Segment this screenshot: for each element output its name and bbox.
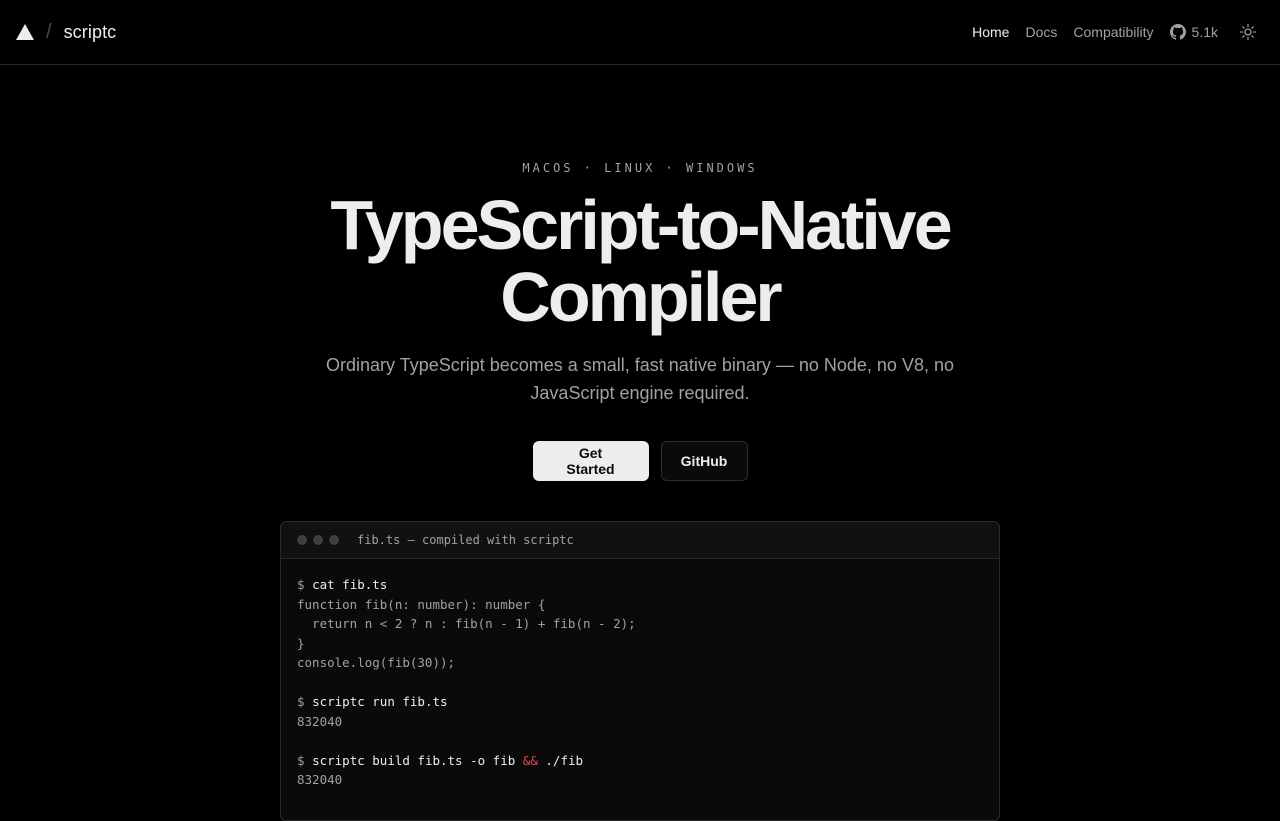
command: cat fib.ts bbox=[312, 577, 388, 592]
terminal-titlebar: fib.ts — compiled with scriptc bbox=[281, 522, 999, 559]
window-dot-icon bbox=[313, 535, 323, 545]
terminal-body: $ cat fib.ts function fib(n: number): num… bbox=[281, 559, 999, 806]
code-line: } bbox=[297, 635, 305, 651]
output-line: 832040 bbox=[297, 713, 343, 729]
window-dot-icon bbox=[329, 535, 339, 545]
page-title: TypeScript-to-Native Compiler bbox=[0, 189, 1280, 333]
hero-section: MACOS · LINUX · WINDOWS TypeScript-to-Na… bbox=[0, 65, 1280, 481]
nav-link-docs[interactable]: Docs bbox=[1025, 24, 1057, 40]
platforms-label: MACOS · LINUX · WINDOWS bbox=[522, 161, 758, 175]
github-star-count: 5.1k bbox=[1191, 24, 1218, 40]
window-dot-icon bbox=[297, 535, 307, 545]
nav-link-compatibility[interactable]: Compatibility bbox=[1073, 24, 1153, 40]
command: scriptc run fib.ts bbox=[312, 694, 448, 709]
output-line: 832040 bbox=[297, 772, 343, 787]
code-line: return n < 2 ? n : fib(n - 1) + fib(n - … bbox=[297, 616, 636, 631]
terminal-line: $ scriptc build fib.ts -o fib && ./fib bbox=[297, 751, 983, 771]
prompt: $ bbox=[297, 694, 305, 709]
sun-icon[interactable] bbox=[1240, 24, 1256, 40]
get-started-button[interactable]: Get Started bbox=[532, 441, 649, 481]
terminal-line: $ cat fib.ts bbox=[297, 575, 983, 595]
prompt: $ bbox=[297, 577, 305, 592]
brand[interactable]: / scriptc bbox=[16, 21, 116, 44]
command: scriptc build fib.ts -o fib bbox=[312, 752, 516, 768]
github-icon bbox=[1169, 24, 1186, 40]
code-line: console.log(fib(30)); bbox=[297, 655, 456, 670]
code-line: function fib(n: number): number { bbox=[297, 596, 546, 612]
title-line-2: Compiler bbox=[500, 258, 782, 336]
brand-name[interactable]: scriptc bbox=[64, 22, 117, 43]
nav-link-home[interactable]: Home bbox=[972, 24, 1009, 40]
top-nav: / scriptc Home Docs Compatibility 5.1k bbox=[0, 0, 1280, 65]
github-button[interactable]: GitHub bbox=[660, 441, 748, 481]
title-line-1: TypeScript-to-Native bbox=[330, 186, 952, 264]
hero-actions: Get Started GitHub bbox=[0, 441, 1280, 481]
triangle-logo-icon[interactable] bbox=[16, 24, 34, 40]
nav-links: Home Docs Compatibility 5.1k bbox=[972, 24, 1264, 40]
brand-separator: / bbox=[46, 20, 52, 43]
terminal-window: fib.ts — compiled with scriptc $ cat fib… bbox=[280, 521, 1000, 821]
terminal-title: fib.ts — compiled with scriptc bbox=[357, 533, 574, 547]
github-stars-link[interactable]: 5.1k bbox=[1169, 24, 1218, 40]
prompt: $ bbox=[297, 752, 305, 768]
command: ./fib bbox=[545, 752, 584, 768]
terminal-line: $ scriptc run fib.ts bbox=[297, 692, 983, 712]
hero-subtitle: Ordinary TypeScript becomes a small, fas… bbox=[326, 355, 954, 403]
and-operator: && bbox=[522, 752, 538, 768]
